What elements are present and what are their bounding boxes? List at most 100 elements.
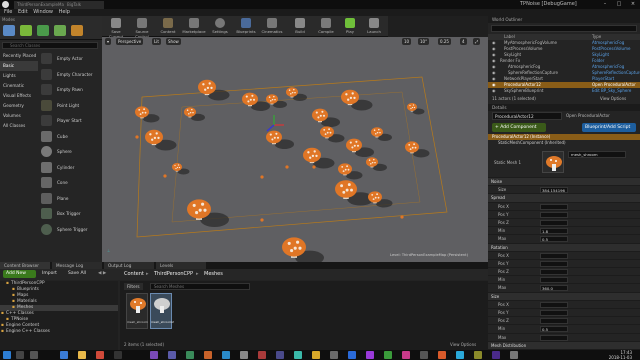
open-actor-link[interactable]: Open ProceduralActor (566, 113, 610, 118)
paint-mode-icon[interactable] (20, 25, 32, 36)
close-icon[interactable]: × (626, 0, 640, 9)
class-search-input[interactable]: Search Classes (2, 42, 98, 49)
property-value-field[interactable] (540, 277, 568, 284)
place-item[interactable]: Point Light (39, 98, 101, 114)
property-value-field[interactable] (540, 269, 568, 276)
app-icon[interactable] (492, 351, 500, 359)
app-icon[interactable] (420, 351, 428, 359)
category-recently-placed[interactable]: Recently Placed (0, 51, 38, 61)
outliner-row[interactable]: ◉ SkySphereBlueprint Edit BP_Sky_Sphere (488, 88, 640, 94)
menu-file[interactable]: File (4, 9, 12, 16)
system-clock[interactable]: 17:43 2018-11-03 (609, 350, 632, 360)
content-button[interactable]: Content (156, 17, 180, 36)
play-button[interactable]: Play (338, 17, 362, 36)
app-icon[interactable] (438, 351, 446, 359)
menu-help[interactable]: Help (59, 9, 70, 16)
app-icon[interactable] (312, 351, 320, 359)
filters-button[interactable]: Filters (124, 283, 143, 290)
source-control-button[interactable]: Source Control (130, 17, 154, 39)
maximize-icon[interactable]: □ (612, 0, 626, 9)
unreal-engine-icon[interactable] (114, 351, 122, 359)
tab-content-browser[interactable]: Content Browser (0, 262, 50, 269)
settings-button[interactable]: Settings (208, 17, 232, 36)
mesh-thumbnail[interactable] (542, 151, 564, 173)
category-lights[interactable]: Lights (0, 71, 38, 81)
property-value-field[interactable]: 1.8 (540, 228, 568, 235)
level-tab[interactable]: ThirdPersonExampleMap (14, 1, 66, 9)
show-button[interactable]: Show (166, 38, 181, 45)
breadcrumb-meshes[interactable]: Meshes (204, 270, 223, 278)
property-section-header[interactable]: Rotation (488, 243, 640, 252)
lit-button[interactable]: Lit (152, 38, 161, 45)
property-value-field[interactable] (540, 211, 568, 218)
category-all-classes[interactable]: All Classes (0, 121, 38, 131)
place-item[interactable]: Empty Actor (39, 51, 101, 67)
place-item[interactable]: Sphere (39, 144, 101, 160)
mesh-distribution-section[interactable]: Mesh Distribution (488, 341, 640, 350)
property-value-field[interactable]: 0.5 (540, 326, 568, 333)
category-volumes[interactable]: Volumes (0, 111, 38, 121)
foliage-mode-icon[interactable] (54, 25, 66, 36)
property-section-header[interactable]: Size (488, 292, 640, 301)
start-windows-icon[interactable] (3, 351, 11, 359)
tab-message-log[interactable]: Message Log (52, 262, 102, 269)
category-cinematic[interactable]: Cinematic (0, 81, 38, 91)
app-icon[interactable] (204, 351, 212, 359)
compile-button[interactable]: Compile (314, 17, 338, 36)
viewport-menu-button[interactable]: ▾ (105, 38, 112, 45)
app-icon[interactable] (186, 351, 194, 359)
property-value-field[interactable] (540, 318, 568, 325)
place-item[interactable]: Plane (39, 191, 101, 207)
property-value-field[interactable] (540, 252, 568, 259)
place-item[interactable]: Sphere Trigger (39, 222, 101, 238)
edge-browser-icon[interactable] (60, 351, 68, 359)
breadcrumb-thirdpersoncpp[interactable]: ThirdPersonCPP (154, 270, 193, 278)
marketplace-button[interactable]: Marketplace (182, 17, 206, 36)
perspective-button[interactable]: Perspective (116, 38, 144, 45)
place-item[interactable]: Empty Pawn (39, 82, 101, 98)
place-mode-icon[interactable] (3, 25, 15, 36)
menu-window[interactable]: Window (33, 9, 53, 16)
property-value-field[interactable] (540, 203, 568, 210)
category-basic[interactable]: Basic (0, 61, 38, 71)
property-value-field[interactable] (540, 334, 568, 341)
maximize-viewport-icon[interactable]: ⤢ (473, 38, 481, 45)
app-icon[interactable] (348, 351, 356, 359)
place-item[interactable]: Player Start (39, 113, 101, 129)
asset-tile-selected[interactable]: mesh_shroom2 (150, 293, 174, 329)
app-icon[interactable] (456, 351, 464, 359)
minimize-icon[interactable]: – (598, 0, 612, 9)
property-section-header[interactable]: Noise (488, 178, 640, 187)
grid-snap-value[interactable]: 10 (402, 38, 412, 45)
launch-button[interactable]: Launch (362, 17, 386, 36)
save-current-button[interactable]: Save Current (104, 17, 128, 39)
place-item[interactable]: Cylinder (39, 160, 101, 176)
asset-tile[interactable]: mesh_shroom (126, 293, 148, 329)
place-item[interactable]: Cone (39, 175, 101, 191)
blueprints-button[interactable]: Blueprints (234, 17, 258, 36)
content-view-options[interactable]: View Options (450, 342, 476, 347)
tree-item[interactable]: ▪ Engine C++ Classes (0, 329, 118, 335)
file-explorer-icon[interactable] (78, 351, 86, 359)
landscape-mode-icon[interactable] (37, 25, 49, 36)
property-value-field[interactable] (540, 310, 568, 316)
app-icon[interactable] (294, 351, 302, 359)
component-item-static-mesh[interactable]: StaticMeshComponent (Inherited) (488, 140, 640, 146)
place-item[interactable]: Cube (39, 129, 101, 145)
breadcrumb-content[interactable]: Content (124, 270, 144, 278)
tab-levels[interactable]: Levels (156, 262, 206, 269)
visual-studio-icon[interactable] (150, 351, 158, 359)
property-section-header[interactable]: Spread (488, 194, 640, 203)
property-value-field[interactable]: 0.5 (540, 236, 568, 243)
vs-code-icon[interactable] (168, 351, 176, 359)
app-icon[interactable] (330, 351, 338, 359)
property-value-field[interactable]: 384.154196 (540, 187, 568, 194)
import-button[interactable]: Import (42, 270, 57, 278)
save-all-button[interactable]: Save All (68, 270, 86, 278)
property-value-field[interactable] (540, 219, 568, 226)
actor-name-field[interactable]: ProceduralActor12 (492, 112, 562, 120)
outliner-search-input[interactable] (491, 25, 637, 32)
place-item[interactable]: Empty Character (39, 67, 101, 83)
tab-output-log[interactable]: Output Log (104, 262, 154, 269)
geometry-mode-icon[interactable] (71, 25, 83, 36)
